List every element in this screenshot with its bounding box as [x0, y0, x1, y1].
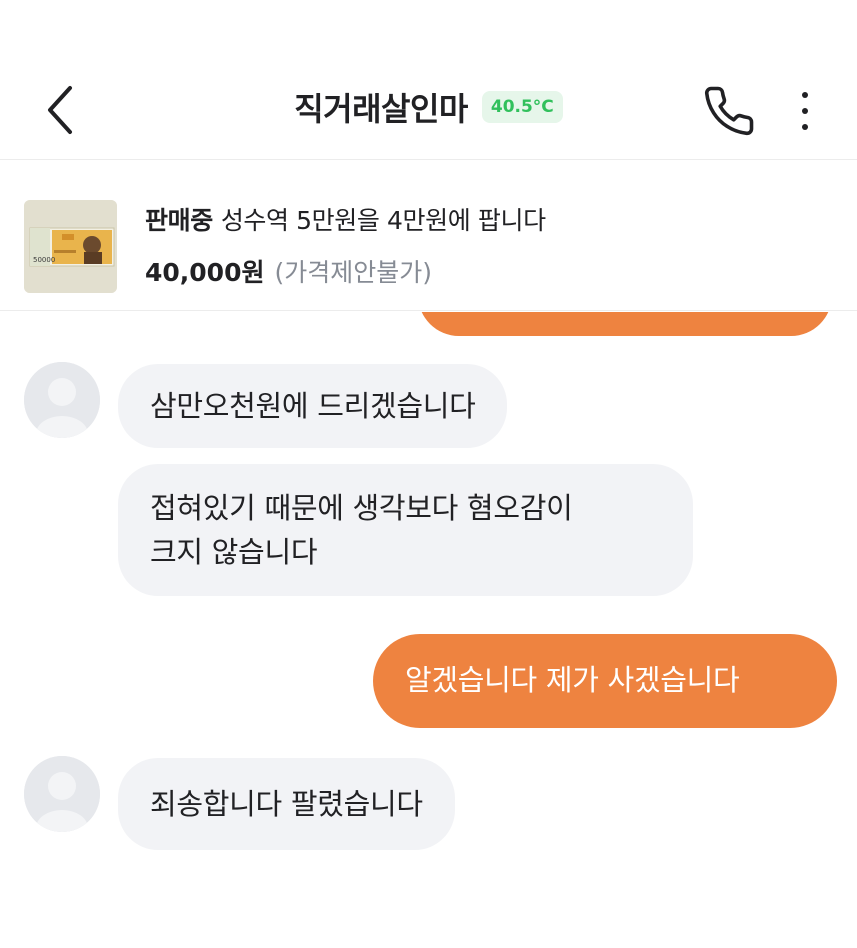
- message-text: 삼만오천원에 드리겠습니다: [150, 389, 476, 423]
- product-price: 40,000원: [145, 258, 265, 287]
- product-title: 성수역 5만원을 4만원에 팝니다: [220, 206, 546, 235]
- message-list[interactable]: 삼만오천원에 드리겠습니다 접혀있기 때문에 생각보다 혐오감이 크지 않습니다…: [0, 312, 857, 948]
- product-info-bar[interactable]: 50000 판매중 성수역 5만원을 4만원에 팝니다 40,000원 (가격제안불…: [0, 161, 857, 311]
- chat-header: 직거래살인마 40.5°C: [0, 0, 857, 160]
- message-bubble-incoming[interactable]: 접혀있기 때문에 생각보다 혐오감이 크지 않습니다: [118, 464, 693, 596]
- chat-screen: 직거래살인마 40.5°C 50000 판매중 성수역 5만원을 4만원에 팝니…: [0, 0, 857, 948]
- message-text-line: 크지 않습니다: [150, 535, 318, 569]
- more-vertical-icon-dot: [802, 124, 808, 130]
- default-profile-icon: [24, 756, 100, 832]
- phone-icon: [704, 86, 754, 136]
- default-profile-icon: [24, 362, 100, 438]
- call-button[interactable]: [702, 84, 756, 138]
- product-text: 판매중 성수역 5만원을 4만원에 팝니다 40,000원 (가격제안불가): [145, 201, 546, 289]
- message-bubble-outgoing[interactable]: [418, 312, 832, 336]
- more-vertical-icon-dot: [802, 108, 808, 114]
- message-text: 죄송합니다 팔렸습니다: [150, 787, 423, 821]
- product-thumbnail[interactable]: 50000: [24, 200, 117, 293]
- more-options-button[interactable]: [790, 86, 820, 136]
- message-text-line: 접혀있기 때문에 생각보다 혐오감이: [150, 491, 573, 525]
- message-bubble-outgoing[interactable]: 알겠습니다 제가 사겠습니다: [373, 634, 837, 728]
- manner-temperature-badge: 40.5°C: [481, 91, 563, 123]
- product-price-line: 40,000원 (가격제안불가): [145, 253, 546, 289]
- price-note: (가격제안불가): [274, 258, 432, 287]
- sender-avatar[interactable]: [24, 756, 100, 832]
- sender-avatar[interactable]: [24, 362, 100, 438]
- banknote-label: 50000: [33, 256, 55, 264]
- more-vertical-icon: [802, 92, 808, 98]
- banknote-image: 50000: [24, 200, 117, 293]
- message-bubble-incoming[interactable]: 삼만오천원에 드리겠습니다: [118, 364, 508, 448]
- chat-partner-name: 직거래살인마: [294, 90, 468, 128]
- sale-status: 판매중: [145, 206, 213, 235]
- message-bubble-incoming[interactable]: 죄송합니다 팔렸습니다: [118, 758, 455, 850]
- message-text: 알겠습니다 제가 사겠습니다: [405, 663, 740, 697]
- product-title-line: 판매중 성수역 5만원을 4만원에 팝니다: [145, 201, 546, 237]
